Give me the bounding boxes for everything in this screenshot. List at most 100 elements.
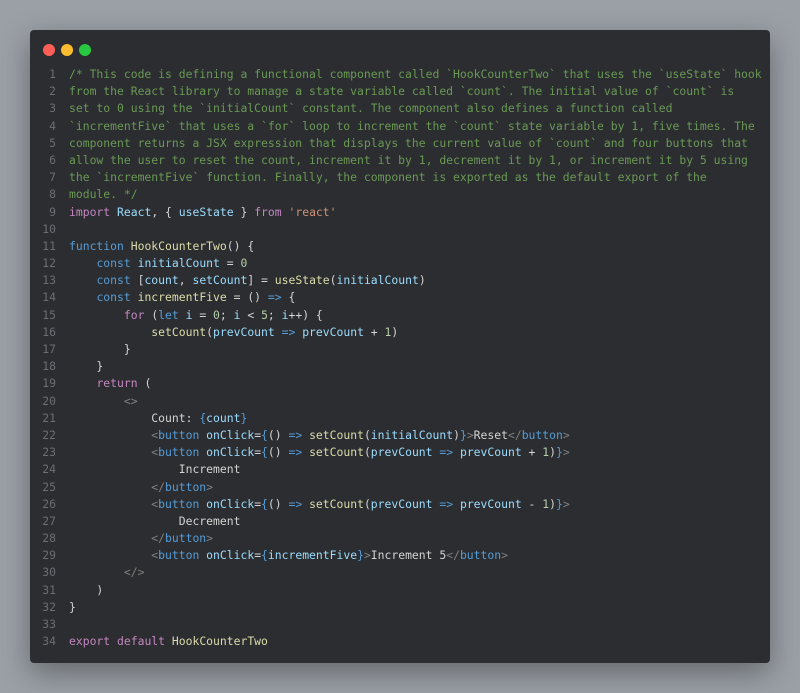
code-line: 16 setCount(prevCount => prevCount + 1): [30, 324, 770, 341]
code-line: 13 const [count, setCount] = useState(in…: [30, 272, 770, 289]
code-token: from the React library to manage a state…: [69, 84, 735, 99]
code-token: useState: [178, 204, 234, 219]
code-token: count: [206, 410, 241, 425]
code-token: =>: [439, 445, 454, 460]
code-token: }: [69, 359, 104, 374]
code-token: prevCount: [459, 496, 522, 511]
code-line: 33: [30, 616, 770, 633]
code-token: =>: [281, 324, 296, 339]
code-line: 6 allow the user to reset the count, incr…: [30, 152, 770, 169]
code-token: (: [206, 324, 214, 339]
code-token: default: [117, 634, 172, 649]
code-token: </: [446, 548, 460, 563]
maximize-window-icon[interactable]: [79, 44, 91, 56]
code-token: >: [562, 427, 570, 442]
code-line: 10: [30, 221, 770, 238]
line-number: 2: [49, 84, 56, 99]
code-token: module. */: [69, 187, 138, 202]
code-token: prevCount: [370, 496, 433, 511]
code-line: 4 `incrementFive` that uses a `for` loop …: [30, 118, 770, 135]
code-token: ): [69, 582, 104, 597]
code-token: 5: [261, 307, 268, 322]
code-line: 26 <button onClick={() => setCount(prevC…: [30, 496, 770, 513]
code-line: 11 function HookCounterTwo() {: [30, 238, 770, 255]
code-token: function: [69, 238, 131, 253]
code-token: >: [206, 531, 214, 546]
code-token: prevCount: [213, 324, 275, 339]
code-token: {: [281, 290, 296, 305]
code-token: }: [357, 548, 364, 563]
line-number: 32: [42, 599, 56, 614]
code-token: 0: [240, 256, 248, 271]
code-token: ;: [267, 307, 282, 322]
code-token: setCount: [309, 445, 364, 460]
code-line: 32}: [30, 599, 770, 616]
code-token: button: [158, 445, 200, 460]
code-token: ): [549, 496, 556, 511]
code-line: 34 export default HookCounterTwo: [30, 633, 770, 650]
code-token: ): [453, 427, 460, 442]
code-line: 3 set to 0 using the `initialCount` const…: [30, 100, 770, 117]
code-token: >: [562, 496, 570, 511]
code-token: button: [158, 548, 200, 563]
code-line: 7 the `incrementFive` function. Finally, …: [30, 169, 770, 186]
line-number: 23: [42, 445, 56, 460]
line-number: 8: [49, 187, 56, 202]
code-line: 29 <button onClick={incrementFive}>Incre…: [30, 547, 770, 564]
code-token: {: [261, 427, 268, 442]
close-window-icon[interactable]: [43, 44, 55, 56]
code-token: HookCounterTwo: [130, 238, 227, 253]
code-token: the `incrementFive` function. Finally, t…: [69, 170, 707, 185]
code-token: {: [261, 548, 268, 563]
code-token: ++) {: [288, 307, 323, 322]
code-token: const: [96, 273, 138, 288]
code-line: 14 const incrementFive = () => {: [30, 289, 770, 306]
line-number: 12: [42, 256, 56, 271]
line-number: 26: [42, 496, 56, 511]
code-token: (: [329, 273, 337, 288]
code-token: from: [254, 204, 289, 219]
code-token: <: [240, 307, 262, 322]
code-token: i: [281, 307, 289, 322]
line-number: 11: [42, 238, 56, 253]
code-token: setCount: [192, 273, 248, 288]
code-token: prevCount: [459, 445, 522, 460]
code-token: (): [267, 427, 289, 442]
line-number: 1: [49, 67, 56, 81]
code-token: ): [418, 273, 426, 288]
code-line: 31 ): [30, 582, 770, 599]
code-token: setCount: [309, 427, 364, 442]
code-token: >: [501, 548, 508, 563]
code-window: 1 /* This code is defining a functional c…: [30, 30, 770, 663]
code-token: onClick: [206, 427, 255, 442]
code-token: Count:: [69, 410, 200, 425]
code-token: onClick: [206, 548, 255, 563]
code-token: >: [206, 479, 214, 494]
code-line: 9 import React, { useState } from 'react': [30, 204, 770, 221]
code-line: 1 /* This code is defining a functional c…: [30, 66, 770, 83]
code-token: setCount: [309, 496, 364, 511]
code-token: =>: [288, 445, 303, 460]
code-token: }: [459, 427, 467, 442]
line-number: 4: [49, 118, 56, 133]
code-token: button: [459, 548, 502, 563]
code-line: 19 return (: [30, 375, 770, 392]
code-token: button: [158, 427, 200, 442]
line-number: 21: [42, 410, 56, 425]
minimize-window-icon[interactable]: [61, 44, 73, 56]
code-token: ;: [219, 307, 234, 322]
code-token: let: [158, 307, 186, 322]
code-line: 25 </button>: [30, 479, 770, 496]
code-token: button: [165, 479, 207, 494]
line-number: 3: [49, 101, 56, 116]
code-token: prevCount: [370, 445, 433, 460]
line-number: 10: [42, 221, 56, 236]
